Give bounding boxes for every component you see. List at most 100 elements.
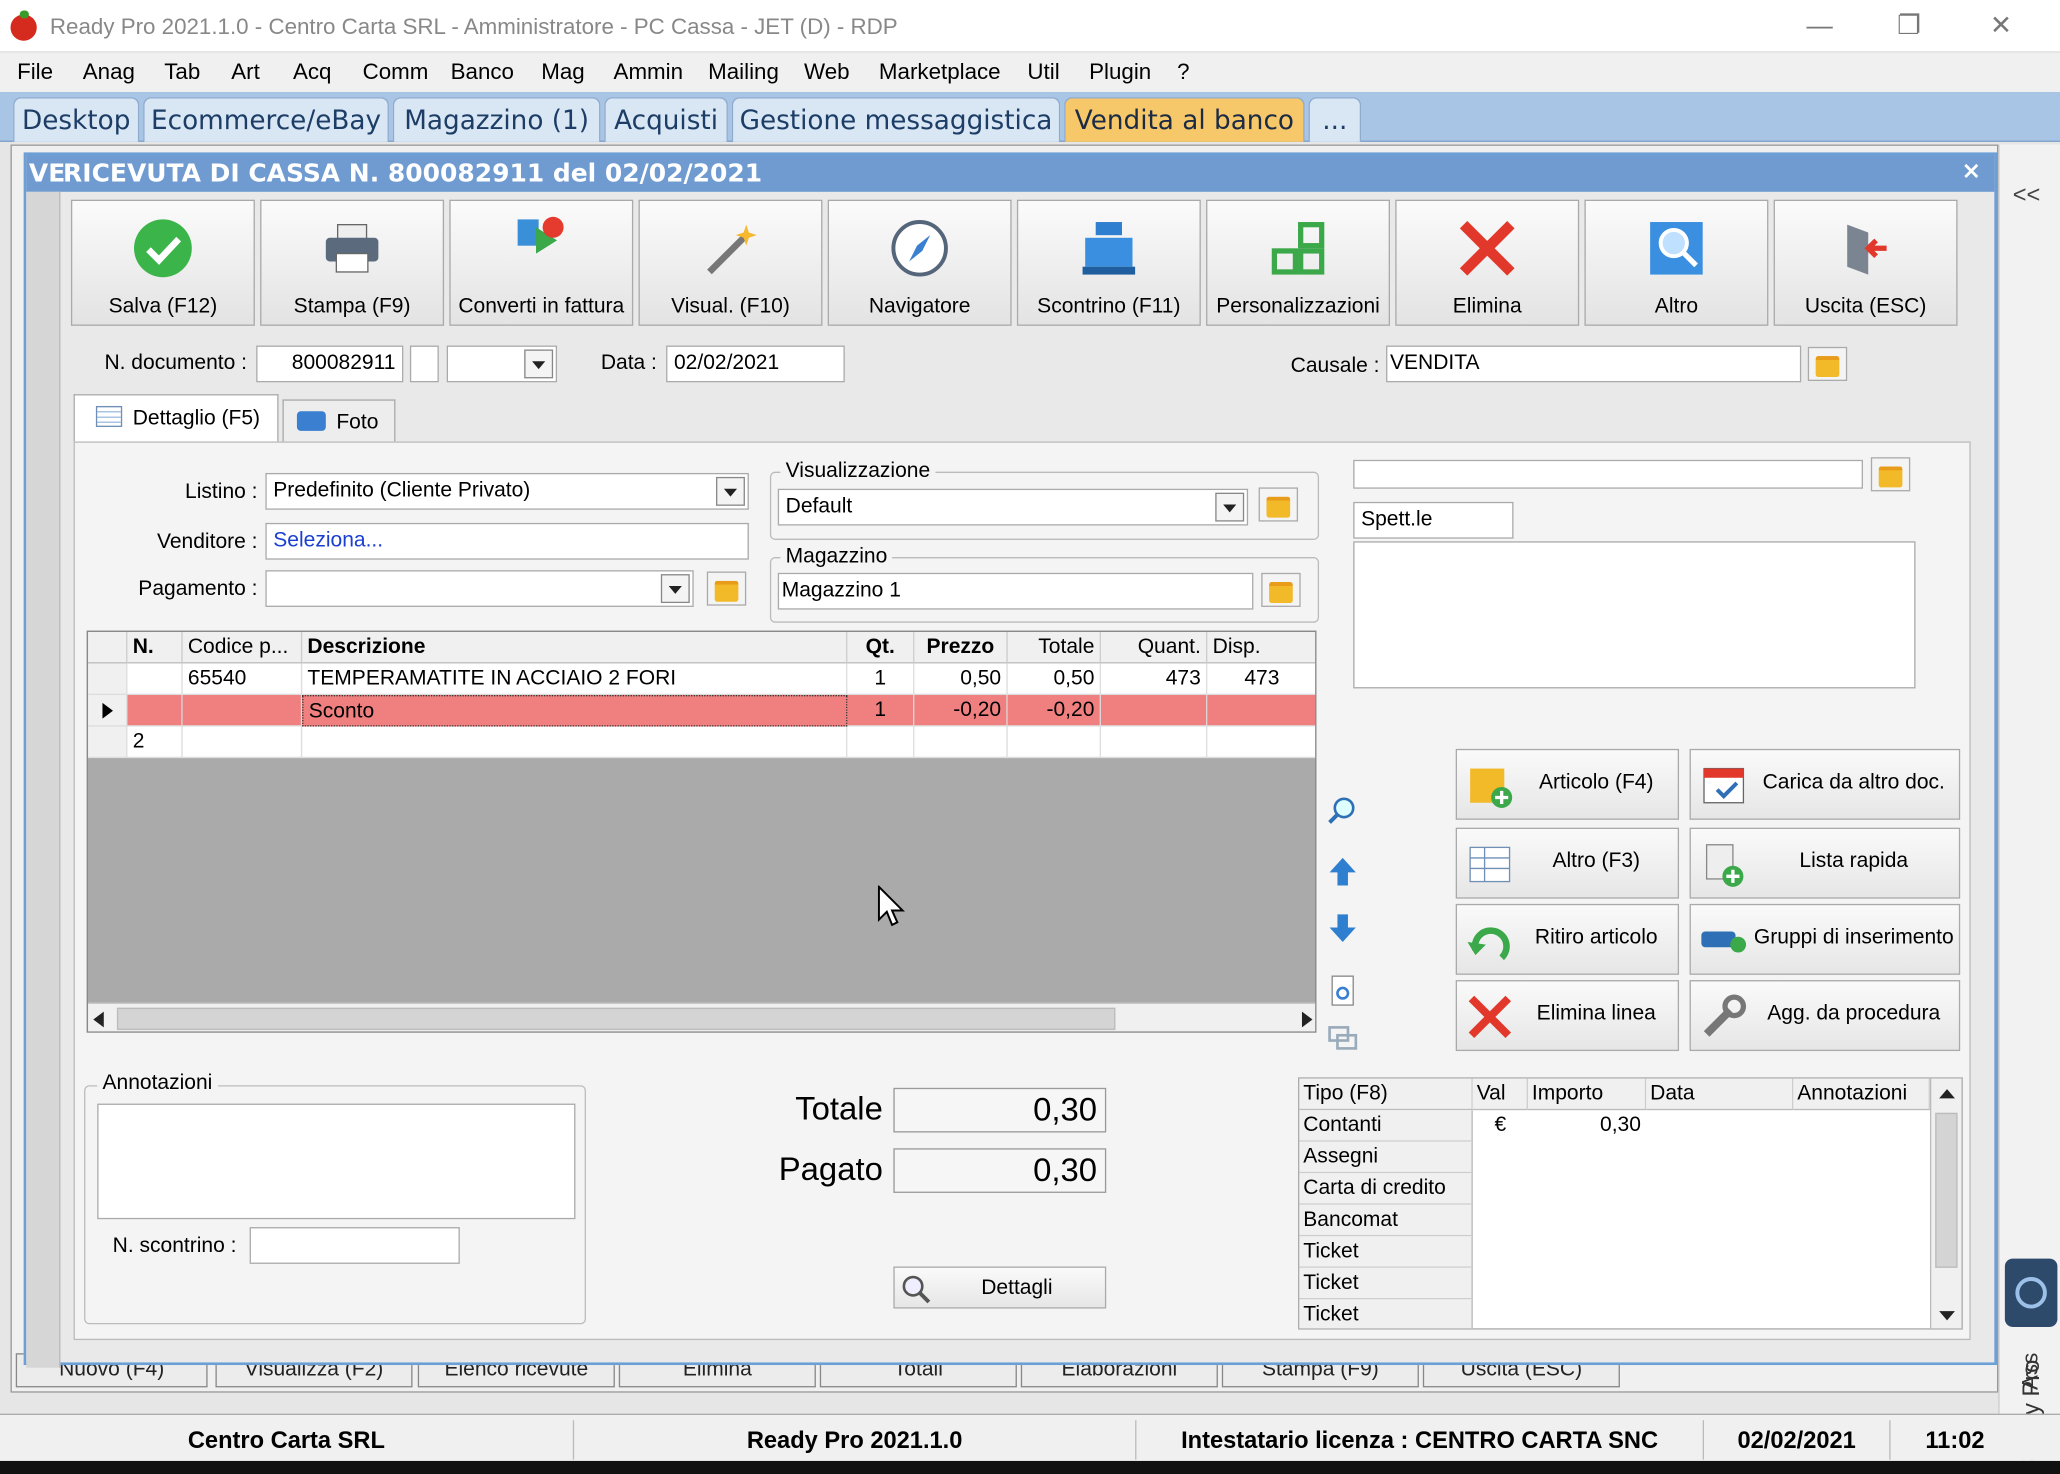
- scroll-thumb[interactable]: [116, 1007, 1116, 1031]
- grid-hscrollbar[interactable]: [88, 1002, 1316, 1032]
- magazzino-field[interactable]: Magazzino 1: [777, 572, 1254, 610]
- payment-type[interactable]: Assegni: [1299, 1141, 1473, 1174]
- payment-type[interactable]: Carta di credito: [1299, 1173, 1473, 1205]
- scontrino-field[interactable]: [249, 1227, 460, 1264]
- annotazioni-field[interactable]: [97, 1103, 576, 1220]
- tab-acquisti[interactable]: Acquisti: [604, 97, 728, 142]
- altro-f3-button[interactable]: Altro (F3): [1455, 827, 1680, 899]
- grid-header-codice[interactable]: Codice p...: [182, 631, 303, 664]
- search-icon[interactable]: [1324, 794, 1361, 831]
- tab-ecommerce[interactable]: Ecommerce/eBay: [143, 97, 389, 142]
- scroll-up-icon[interactable]: [1939, 1089, 1955, 1099]
- scroll-thumb[interactable]: [1935, 1112, 1958, 1268]
- chevron-down-icon[interactable]: [1215, 492, 1245, 522]
- document-icon[interactable]: [1324, 972, 1361, 1009]
- menu-acq[interactable]: Acq: [293, 59, 331, 85]
- doc-suffix-field[interactable]: [409, 345, 439, 383]
- payment-type[interactable]: Ticket: [1299, 1236, 1473, 1268]
- altro-button[interactable]: Altro: [1584, 199, 1769, 326]
- restore-button[interactable]: ❐: [1883, 8, 1936, 45]
- ritiro-articolo-button[interactable]: Ritiro articolo: [1455, 903, 1680, 975]
- customer-name-field[interactable]: [1353, 459, 1863, 489]
- menu-help[interactable]: ?: [1177, 59, 1189, 85]
- scontrino-button[interactable]: Scontrino (F11): [1016, 199, 1201, 326]
- chevron-down-icon[interactable]: [660, 574, 690, 604]
- salva-button[interactable]: Salva (F12): [70, 199, 255, 326]
- payment-type[interactable]: Bancomat: [1299, 1204, 1473, 1237]
- customer-address-field[interactable]: [1353, 541, 1916, 689]
- magazzino-folder-icon[interactable]: [1261, 572, 1301, 607]
- grid-cell[interactable]: 65540: [182, 663, 303, 696]
- menu-mag[interactable]: Mag: [541, 59, 584, 85]
- visualizzazione-select[interactable]: Default: [777, 488, 1249, 526]
- chevron-down-icon[interactable]: [716, 476, 745, 506]
- grid-cell[interactable]: [1100, 695, 1208, 727]
- customer-folder-icon[interactable]: [1870, 457, 1911, 492]
- menu-tab[interactable]: Tab: [164, 59, 200, 85]
- tab-messaggistica[interactable]: Gestione messaggistica: [731, 97, 1061, 142]
- tab-more[interactable]: ...: [1308, 97, 1362, 142]
- menu-marketplace[interactable]: Marketplace: [879, 59, 1001, 85]
- grid-header-totale[interactable]: Totale: [1007, 631, 1101, 664]
- elimina-linea-button[interactable]: Elimina linea: [1455, 980, 1680, 1052]
- doc-series-select[interactable]: [446, 345, 558, 383]
- payment-header-tipo[interactable]: Tipo (F8): [1299, 1078, 1473, 1111]
- grid-cell[interactable]: [1007, 726, 1101, 759]
- payment-type[interactable]: Ticket: [1299, 1299, 1473, 1329]
- grid-cell[interactable]: [914, 726, 1008, 759]
- dialog-close-button[interactable]: ×: [1961, 158, 1981, 186]
- assistant-icon[interactable]: [2004, 1258, 2058, 1327]
- pagamento-select[interactable]: [265, 570, 694, 607]
- tab-magazzino[interactable]: Magazzino (1): [392, 97, 601, 142]
- link-icon[interactable]: [1324, 1020, 1361, 1057]
- menu-art[interactable]: Art: [231, 59, 260, 85]
- pagamento-folder-icon[interactable]: [706, 571, 747, 606]
- tab-foto[interactable]: Foto: [282, 399, 396, 442]
- menu-ammin[interactable]: Ammin: [614, 59, 684, 85]
- grid-cell[interactable]: [1207, 695, 1316, 727]
- grid-header-descrizione[interactable]: Descrizione: [302, 631, 848, 664]
- menu-web[interactable]: Web: [804, 59, 850, 85]
- grid-cell[interactable]: [127, 695, 183, 727]
- visual-button[interactable]: Visual. (F10): [638, 199, 823, 326]
- converti-fattura-button[interactable]: Converti in fattura: [449, 199, 634, 326]
- scroll-right-icon[interactable]: [1301, 1011, 1313, 1028]
- listino-select[interactable]: Predefinito (Cliente Privato): [265, 472, 749, 510]
- date-field[interactable]: 02/02/2021: [666, 345, 845, 383]
- menu-util[interactable]: Util: [1027, 59, 1059, 85]
- grid-cell[interactable]: [182, 695, 303, 727]
- tab-vendita-banco[interactable]: Vendita al banco: [1064, 97, 1305, 142]
- menu-file[interactable]: File: [17, 59, 53, 85]
- current-row-indicator[interactable]: [88, 695, 128, 727]
- dettagli-button[interactable]: Dettagli: [893, 1266, 1107, 1309]
- grid-cell[interactable]: [127, 663, 183, 696]
- scroll-down-icon[interactable]: [1939, 1311, 1955, 1321]
- menu-banco[interactable]: Banco: [451, 59, 514, 85]
- payment-header-val[interactable]: Val: [1472, 1078, 1528, 1111]
- grid-header-prezzo[interactable]: Prezzo: [914, 631, 1008, 664]
- grid-cell[interactable]: 1: [847, 695, 915, 727]
- payment-header-importo[interactable]: Importo: [1527, 1078, 1647, 1111]
- navigatore-button[interactable]: Navigatore: [827, 199, 1012, 326]
- collapse-button[interactable]: <<: [2013, 181, 2041, 209]
- menu-plugin[interactable]: Plugin: [1089, 59, 1151, 85]
- gruppi-inserimento-button[interactable]: Gruppi di inserimento: [1689, 903, 1961, 975]
- causale-field[interactable]: VENDITA: [1386, 345, 1802, 383]
- carica-doc-button[interactable]: Carica da altro doc.: [1689, 748, 1961, 820]
- grid-cell[interactable]: [1207, 726, 1316, 759]
- row-indicator[interactable]: [88, 726, 128, 759]
- doc-number-field[interactable]: 800082911: [256, 345, 404, 383]
- personalizzazioni-button[interactable]: Personalizzazioni: [1206, 199, 1391, 326]
- lista-rapida-button[interactable]: Lista rapida: [1689, 827, 1961, 899]
- arrow-up-icon[interactable]: [1324, 854, 1361, 891]
- agg-procedura-button[interactable]: Agg. da procedura: [1689, 980, 1961, 1052]
- payments-vscrollbar[interactable]: [1929, 1078, 1962, 1329]
- menu-anag[interactable]: Anag: [83, 59, 135, 85]
- grid-cell[interactable]: TEMPERAMATITE IN ACCIAIO 2 FORI: [302, 663, 848, 696]
- causale-folder-icon[interactable]: [1807, 346, 1848, 382]
- grid-cell[interactable]: Sconto: [302, 695, 848, 727]
- scroll-left-icon[interactable]: [93, 1011, 104, 1028]
- grid-header-qt[interactable]: Qt.: [847, 631, 915, 664]
- menu-comm[interactable]: Comm: [363, 59, 429, 85]
- visualizzazione-folder-icon[interactable]: [1258, 487, 1299, 522]
